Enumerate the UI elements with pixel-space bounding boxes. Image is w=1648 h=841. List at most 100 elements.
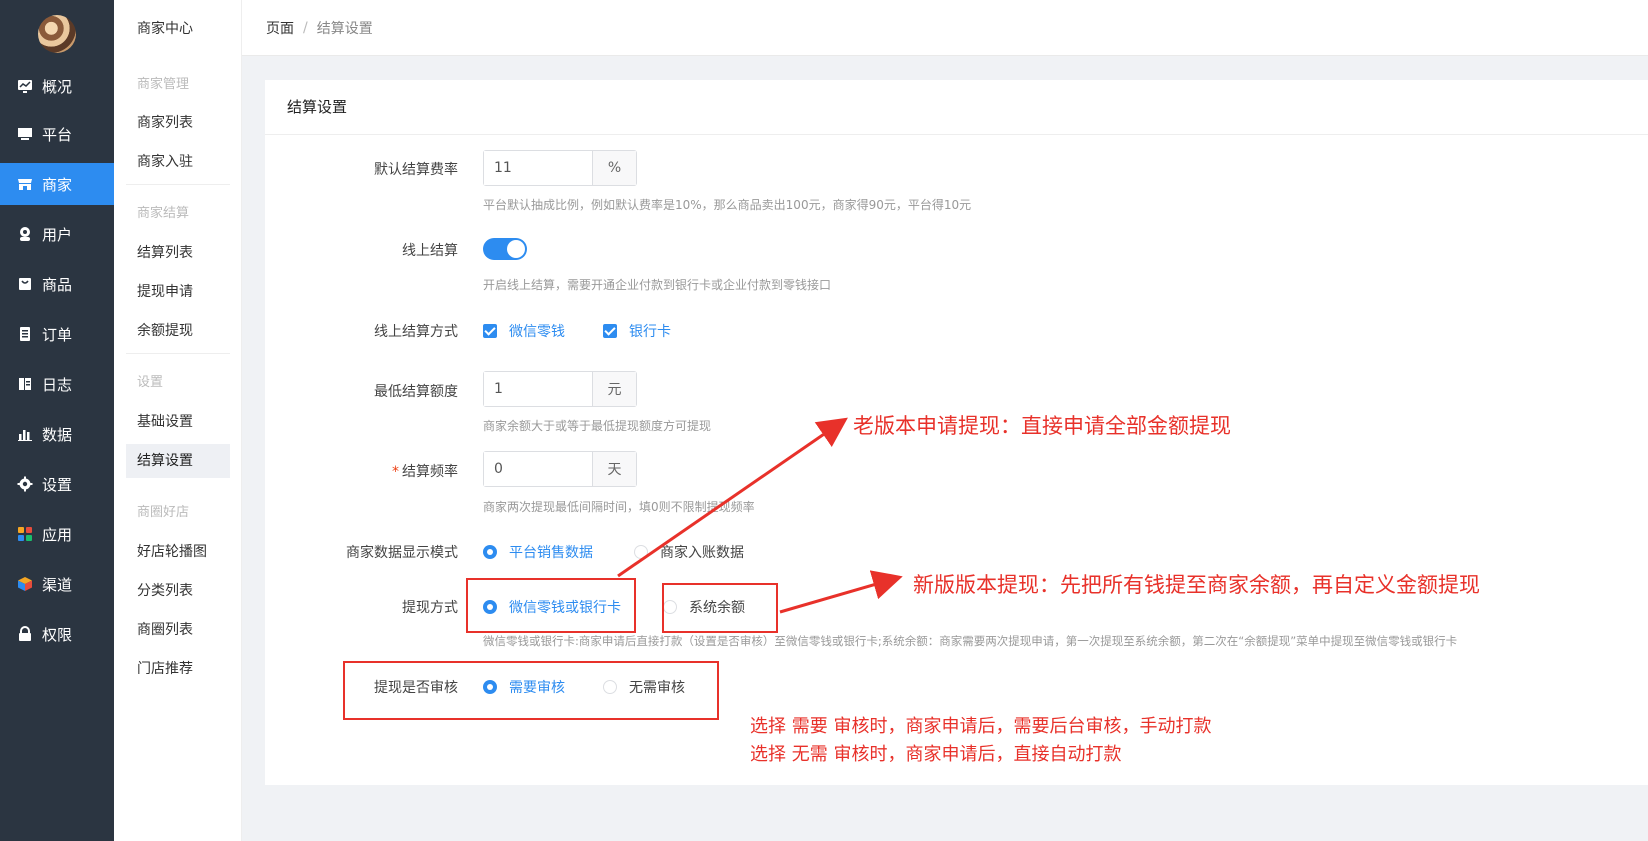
nav-label: 商家 [42, 175, 73, 194]
checkbox-checked-icon [483, 324, 497, 338]
nav-platform[interactable]: 平台 [0, 113, 114, 155]
sub-group-label: 商圈好店 [137, 505, 190, 520]
nav-log[interactable]: 日志 [0, 363, 114, 405]
sub-group-label: 设置 [137, 375, 164, 390]
desktop-icon [18, 128, 32, 140]
online-method-label: 线上结算方式 [374, 324, 458, 340]
frequency-unit: 天 [592, 452, 636, 486]
sub-item-district-list[interactable]: 商圈列表 [126, 613, 230, 647]
lock-icon [19, 626, 31, 641]
breadcrumb-current: 结算设置 [316, 20, 373, 37]
sub-item-withdraw-apply[interactable]: 提现申请 [126, 275, 230, 309]
nav-merchant[interactable]: 商家 [0, 163, 114, 205]
rate-input-group: % [483, 150, 637, 186]
annotation-box-wechat-bank [466, 578, 636, 633]
sub-item-merchant-list[interactable]: 商家列表 [126, 106, 230, 140]
channel-cube-icon [18, 577, 32, 591]
min-amount-label: 最低结算额度 [374, 384, 458, 400]
min-amount-unit: 元 [592, 372, 636, 406]
radio-unchecked-icon [634, 545, 648, 559]
checkbox-wechat-change[interactable]: 微信零钱 [483, 321, 565, 341]
sub-item-shop-carousel[interactable]: 好店轮播图 [126, 535, 230, 569]
card-title: 结算设置 [287, 98, 348, 116]
nav-apps[interactable]: 应用 [0, 513, 114, 555]
annotation-audit-note-2: 选择 无需 审核时，商家申请后，直接自动打款 [750, 744, 1122, 765]
radio-label: 商家入账数据 [660, 545, 744, 561]
radio-platform-sales[interactable]: 平台销售数据 [483, 542, 593, 562]
rate-input[interactable] [484, 151, 592, 185]
online-settlement-switch[interactable] [483, 238, 527, 260]
sub-item-settlement-settings[interactable]: 结算设置 [126, 444, 230, 478]
breadcrumb-root[interactable]: 页面 [266, 18, 294, 38]
nav-user[interactable]: 用户 [0, 213, 114, 255]
sub-divider [126, 353, 230, 354]
main-nav-rail: 概况 平台 商家 用户 商品 订单 日志 数据 设置 应用 渠道 权限 [0, 0, 114, 841]
radio-label: 平台销售数据 [509, 545, 593, 561]
annotation-box-audit [343, 661, 719, 720]
checkbox-label: 微信零钱 [509, 324, 565, 340]
user-icon [20, 227, 30, 241]
min-amount-hint: 商家余额大于或等于最低提现额度方可提现 [483, 419, 712, 433]
nav-label: 日志 [42, 375, 73, 394]
sub-divider [126, 184, 230, 185]
app-logo [38, 15, 76, 53]
annotation-old-version: 老版本申请提现：直接申请全部金额提现 [853, 414, 1231, 438]
min-amount-input[interactable] [484, 372, 592, 406]
nav-label: 商品 [42, 275, 73, 294]
withdraw-method-label: 提现方式 [402, 600, 458, 616]
nav-label: 订单 [42, 325, 73, 344]
nav-data[interactable]: 数据 [0, 413, 114, 455]
frequency-input[interactable] [484, 452, 592, 486]
annotation-box-system-balance [662, 583, 778, 633]
withdraw-method-hint: 微信零钱或银行卡:商家申请后直接打款（设置是否审核）至微信零钱或银行卡;系统余额… [483, 634, 1458, 648]
monitor-chart-icon [18, 80, 32, 93]
rate-label: 默认结算费率 [374, 162, 458, 178]
sub-item-settlement-list[interactable]: 结算列表 [126, 236, 230, 270]
required-mark: * [392, 464, 399, 480]
sub-nav-title: 商家中心 [137, 21, 193, 37]
radio-merchant-income[interactable]: 商家入账数据 [634, 542, 744, 562]
sub-item-merchant-join[interactable]: 商家入驻 [126, 145, 230, 179]
order-icon [20, 327, 30, 341]
sub-item-category-list[interactable]: 分类列表 [126, 574, 230, 608]
sub-group-label: 商家结算 [137, 206, 190, 221]
frequency-label-text: 结算频率 [402, 464, 458, 480]
store-icon [18, 179, 32, 190]
nav-goods[interactable]: 商品 [0, 263, 114, 305]
nav-label: 数据 [42, 425, 73, 444]
nav-label: 概况 [42, 77, 73, 96]
nav-overview[interactable]: 概况 [0, 65, 114, 107]
sub-nav: 商家中心 商家管理 商家列表 商家入驻 商家结算 结算列表 提现申请 余额提现 … [114, 0, 242, 841]
checkbox-bank-card[interactable]: 银行卡 [603, 321, 671, 341]
rate-unit: % [592, 151, 636, 185]
nav-order[interactable]: 订单 [0, 313, 114, 355]
nav-label: 权限 [42, 625, 73, 644]
nav-label: 平台 [42, 125, 73, 144]
log-icon [19, 378, 31, 390]
checkbox-checked-icon [603, 324, 617, 338]
gear-icon [17, 476, 33, 492]
nav-label: 用户 [42, 225, 73, 244]
frequency-label: * 结算频率 [392, 461, 458, 481]
display-mode-label: 商家数据显示模式 [346, 545, 458, 561]
radio-checked-icon [483, 545, 497, 559]
nav-label: 应用 [42, 525, 73, 544]
sub-item-store-recommend[interactable]: 门店推荐 [126, 652, 230, 686]
breadcrumb: 页面 / 结算设置 [242, 0, 1648, 56]
online-settlement-hint: 开启线上结算，需要开通企业付款到银行卡或企业付款到零钱接口 [483, 278, 832, 292]
annotation-new-version: 新版版本提现：先把所有钱提至商家余额，再自定义金额提现 [913, 573, 1480, 597]
rate-hint: 平台默认抽成比例，例如默认费率是10%，那么商品卖出100元，商家得90元，平台… [483, 198, 972, 212]
checkbox-label: 银行卡 [629, 324, 671, 340]
nav-settings[interactable]: 设置 [0, 463, 114, 505]
bar-chart-icon [18, 430, 32, 441]
nav-label: 渠道 [42, 575, 73, 594]
online-settlement-label: 线上结算 [402, 243, 458, 259]
nav-permission[interactable]: 权限 [0, 613, 114, 655]
frequency-input-group: 天 [483, 451, 637, 487]
goods-icon [19, 278, 31, 290]
breadcrumb-separator: / [303, 19, 308, 36]
sub-item-basic-settings[interactable]: 基础设置 [126, 405, 230, 439]
sub-group-label: 商家管理 [137, 77, 190, 92]
sub-item-balance-withdraw[interactable]: 余额提现 [126, 314, 230, 348]
nav-channel[interactable]: 渠道 [0, 563, 114, 605]
